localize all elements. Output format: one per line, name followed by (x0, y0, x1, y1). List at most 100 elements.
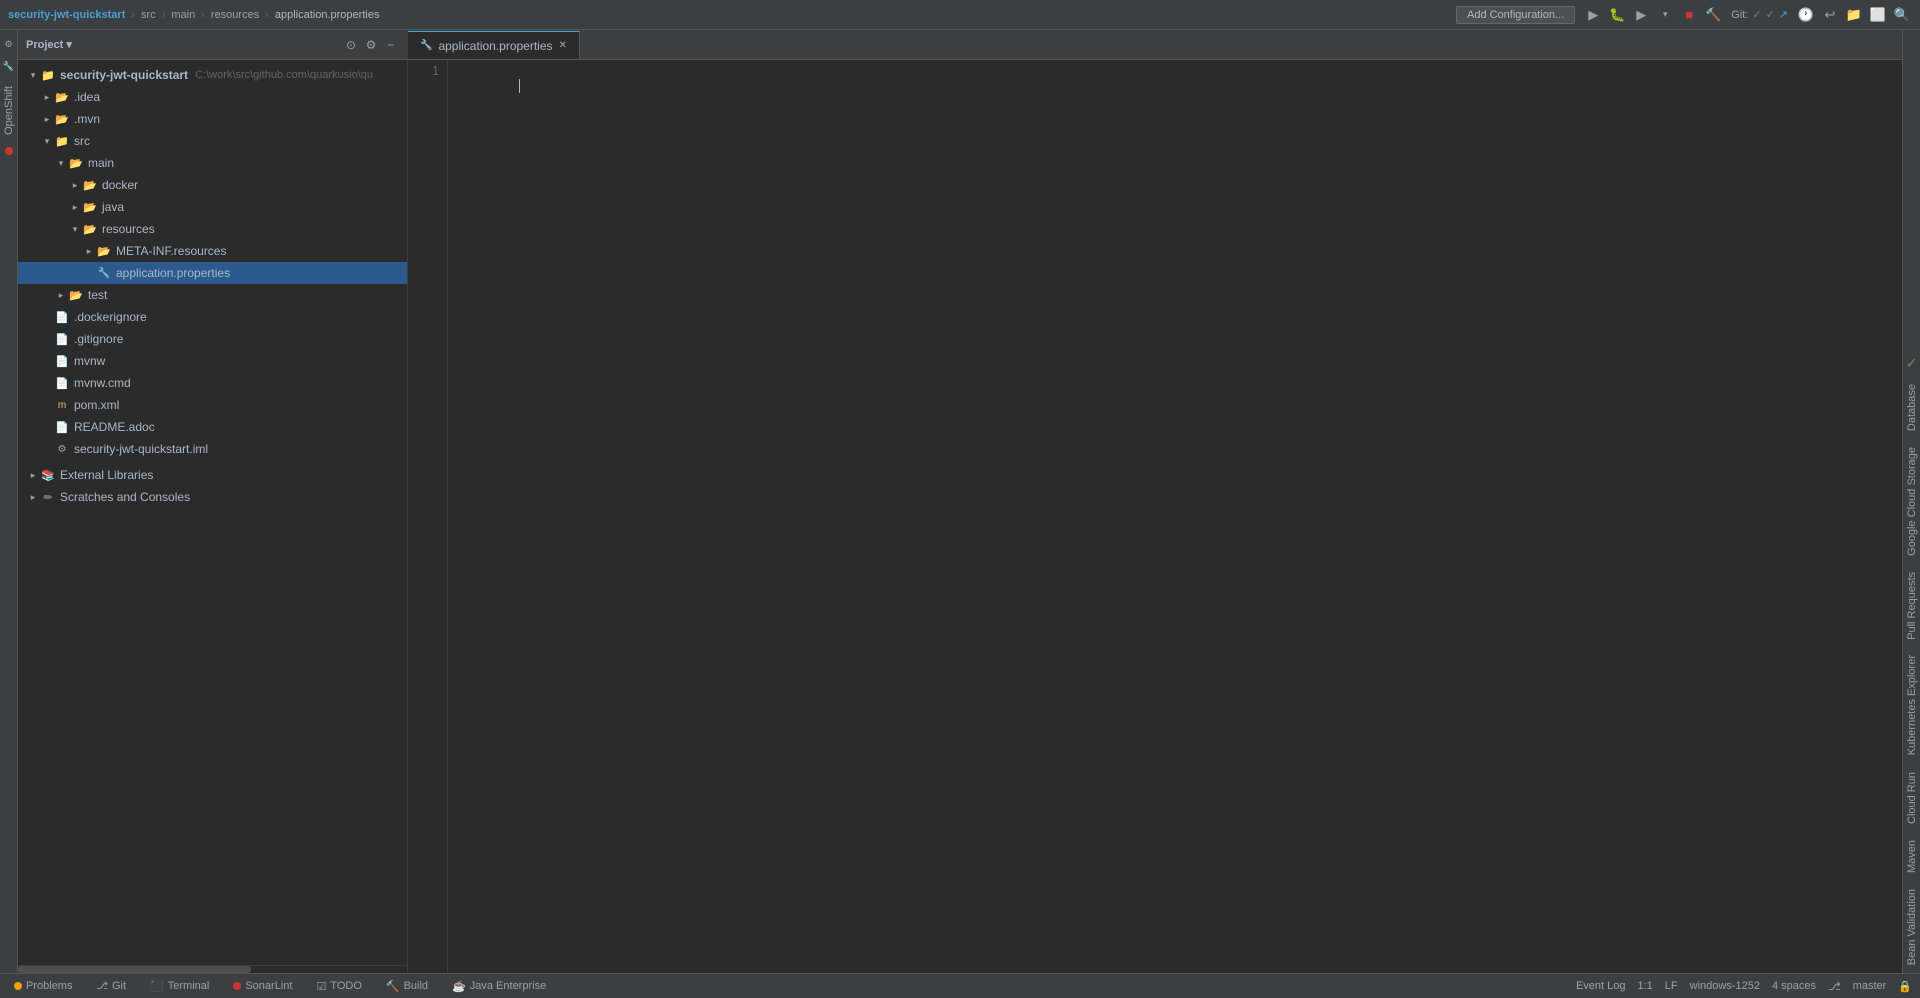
branch-label[interactable]: master (1853, 980, 1887, 992)
panel-sync-icon[interactable]: ⊙ (343, 37, 359, 53)
sidebar-kubernetes-label[interactable]: Kubernetes Explorer (1904, 647, 1920, 763)
run-dropdown-icon[interactable]: ▾ (1655, 5, 1675, 25)
panel-settings-icon[interactable]: ⚙ (363, 37, 379, 53)
stop-icon[interactable]: ■ (1679, 5, 1699, 25)
breadcrumb-resources[interactable]: resources (211, 9, 259, 21)
resources-folder-icon: 📂 (82, 221, 98, 237)
panel-scrollbar-thumb[interactable] (18, 966, 251, 973)
mvn-arrow (40, 112, 54, 126)
files-icon[interactable]: 📁 (1844, 5, 1864, 25)
editor-tab-app-properties[interactable]: 🔧 application.properties ✕ (408, 31, 580, 59)
tree-item-docker[interactable]: 📂 docker (18, 174, 407, 196)
tab-git[interactable]: ⎇ Git (90, 974, 132, 998)
tree-item-external-libraries[interactable]: 📚 External Libraries (18, 464, 407, 486)
tab-build[interactable]: 🔨 Build (380, 974, 434, 998)
breadcrumb-src[interactable]: src (141, 9, 156, 21)
tree-item-meta-inf[interactable]: 📂 META-INF.resources (18, 240, 407, 262)
project-panel-header: Project ▾ ⊙ ⚙ − (18, 30, 407, 60)
left-icon-1[interactable]: ⚙ (0, 34, 19, 54)
history-icon[interactable]: 🕐 (1796, 5, 1816, 25)
position-label: 1:1 (1637, 980, 1652, 992)
problems-dot (14, 982, 22, 990)
tree-item-gitignore[interactable]: 📄 .gitignore (18, 328, 407, 350)
indent-label[interactable]: 4 spaces (1772, 980, 1816, 992)
tree-item-pom[interactable]: m pom.xml (18, 394, 407, 416)
docker-label: docker (102, 178, 138, 192)
project-dropdown-icon[interactable]: ▾ (66, 39, 72, 51)
layout-icon[interactable]: ⬜ (1868, 5, 1888, 25)
resources-arrow (68, 222, 82, 236)
tree-item-root[interactable]: 📁 security-jwt-quickstart C:\work\src\gi… (18, 64, 407, 86)
ext-lib-icon: 📚 (40, 467, 56, 483)
src-arrow (40, 134, 54, 148)
panel-close-icon[interactable]: − (383, 37, 399, 53)
tree-item-readme[interactable]: 📄 README.adoc (18, 416, 407, 438)
git-check-green-icon: ✓ (1766, 8, 1775, 21)
sidebar-google-cloud-label[interactable]: Google Cloud Storage (1904, 439, 1920, 564)
git-tab-label: Git (112, 980, 126, 992)
charset-label[interactable]: windows-1252 (1690, 980, 1760, 992)
tab-close-button[interactable]: ✕ (559, 40, 567, 51)
terminal-label: Terminal (168, 980, 210, 992)
event-log-label[interactable]: Event Log (1576, 980, 1626, 992)
tree-item-test[interactable]: 📂 test (18, 284, 407, 306)
tree-item-mvnw[interactable]: 📄 mvnw (18, 350, 407, 372)
main-content: ⚙ 🔧 OpenShift Project ▾ ⊙ ⚙ − 📁 security… (0, 30, 1920, 973)
sidebar-cloud-run-label[interactable]: Cloud Run (1904, 764, 1920, 832)
build-icon[interactable]: 🔨 (1703, 5, 1723, 25)
problems-label: Problems (26, 980, 72, 992)
idea-arrow (40, 90, 54, 104)
java-label: java (102, 200, 124, 214)
build-label: Build (404, 980, 428, 992)
src-label: src (74, 134, 90, 148)
breadcrumb-project[interactable]: security-jwt-quickstart (8, 9, 125, 21)
ext-lib-arrow (26, 468, 40, 482)
tab-java-enterprise[interactable]: ☕ Java Enterprise (446, 974, 552, 998)
add-configuration-button[interactable]: Add Configuration... (1456, 6, 1575, 24)
java-arrow (68, 200, 82, 214)
tree-item-scratches[interactable]: ✏ Scratches and Consoles (18, 486, 407, 508)
sidebar-openshift-label[interactable]: OpenShift (1, 78, 17, 143)
panel-scrollbar[interactable] (18, 965, 407, 973)
tree-item-mvn[interactable]: 📂 .mvn (18, 108, 407, 130)
project-tree[interactable]: 📁 security-jwt-quickstart C:\work\src\gi… (18, 60, 407, 965)
code-editor[interactable] (448, 60, 1902, 973)
left-icon-2[interactable]: 🔧 (0, 56, 19, 76)
tab-label: application.properties (438, 39, 552, 53)
sidebar-maven-label[interactable]: Maven (1904, 832, 1920, 881)
run-icon[interactable]: ▶ (1583, 5, 1603, 25)
sep4: › (265, 9, 269, 21)
tree-item-mvnw-cmd[interactable]: 📄 mvnw.cmd (18, 372, 407, 394)
meta-inf-label: META-INF.resources (116, 244, 226, 258)
terminal-icon: ⬛ (150, 980, 164, 993)
coverage-icon[interactable]: ▶ (1631, 5, 1651, 25)
dockerignore-label: .dockerignore (74, 310, 147, 324)
tree-item-resources[interactable]: 📂 resources (18, 218, 407, 240)
tree-item-main[interactable]: 📂 main (18, 152, 407, 174)
tree-item-src[interactable]: 📁 src (18, 130, 407, 152)
breadcrumb-main[interactable]: main (171, 9, 195, 21)
tree-item-idea[interactable]: 📂 .idea (18, 86, 407, 108)
sidebar-pull-requests-label[interactable]: Pull Requests (1904, 564, 1920, 648)
tree-item-dockerignore[interactable]: 📄 .dockerignore (18, 306, 407, 328)
sep3: › (201, 9, 205, 21)
tab-todo[interactable]: ☑ TODO (310, 974, 367, 998)
sidebar-bean-validation-label[interactable]: Bean Validation (1904, 881, 1920, 973)
tree-item-app-properties[interactable]: 🔧 application.properties (18, 262, 407, 284)
iml-icon: ⚙ (54, 441, 70, 457)
tab-terminal[interactable]: ⬛ Terminal (144, 974, 215, 998)
breadcrumb-file[interactable]: application.properties (275, 9, 380, 21)
main-label: main (88, 156, 114, 170)
search-everywhere-icon[interactable]: 🔍 (1892, 5, 1912, 25)
panel-header-icons: ⊙ ⚙ − (343, 37, 399, 53)
tree-item-iml[interactable]: ⚙ security-jwt-quickstart.iml (18, 438, 407, 460)
tab-problems[interactable]: Problems (8, 974, 78, 998)
todo-label: TODO (330, 980, 362, 992)
docker-arrow (68, 178, 82, 192)
tab-sonarlint[interactable]: SonarLint (227, 974, 298, 998)
sidebar-database-label[interactable]: Database (1904, 376, 1920, 439)
tree-item-java[interactable]: 📂 java (18, 196, 407, 218)
line-ending-label[interactable]: LF (1665, 980, 1678, 992)
debug-icon[interactable]: 🐛 (1607, 5, 1627, 25)
undo-icon[interactable]: ↩ (1820, 5, 1840, 25)
